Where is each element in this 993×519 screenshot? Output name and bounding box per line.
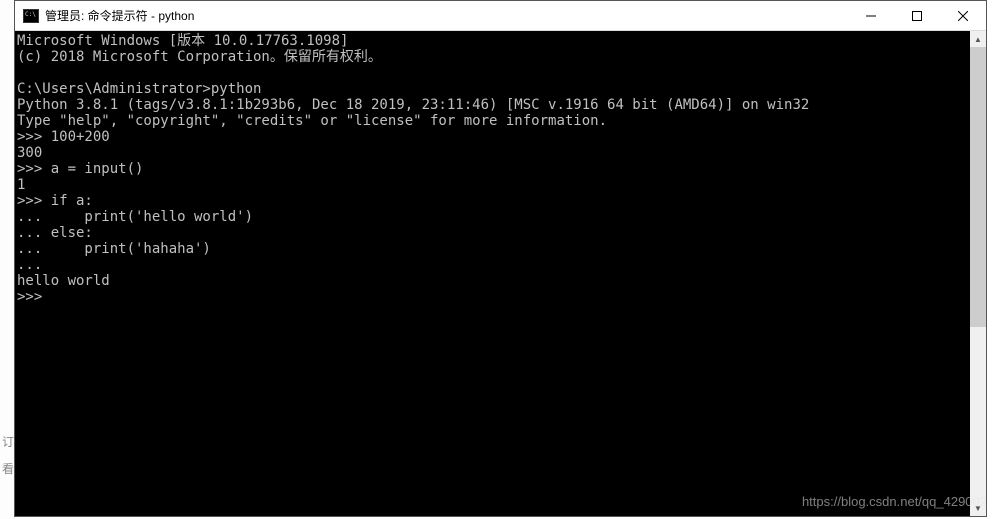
vertical-scrollbar[interactable]: ▲ ▼ bbox=[970, 31, 986, 516]
titlebar[interactable]: 管理员: 命令提示符 - python bbox=[15, 1, 986, 31]
maximize-button[interactable] bbox=[894, 1, 940, 30]
terminal-output[interactable]: Microsoft Windows [版本 10.0.17763.1098] (… bbox=[15, 31, 970, 516]
command-prompt-window: 管理员: 命令提示符 - python Microsoft Windows [版… bbox=[14, 0, 987, 517]
cmd-icon bbox=[23, 9, 39, 23]
window-title: 管理员: 命令提示符 - python bbox=[45, 7, 848, 24]
host-window-edge: 订 看 bbox=[0, 0, 14, 519]
scroll-up-icon[interactable]: ▲ bbox=[970, 31, 986, 47]
scrollbar-thumb[interactable] bbox=[970, 47, 986, 327]
terminal-area[interactable]: Microsoft Windows [版本 10.0.17763.1098] (… bbox=[15, 31, 986, 516]
close-button[interactable] bbox=[940, 1, 986, 30]
window-controls bbox=[848, 1, 986, 30]
minimize-button[interactable] bbox=[848, 1, 894, 30]
scroll-down-icon[interactable]: ▼ bbox=[970, 500, 986, 516]
